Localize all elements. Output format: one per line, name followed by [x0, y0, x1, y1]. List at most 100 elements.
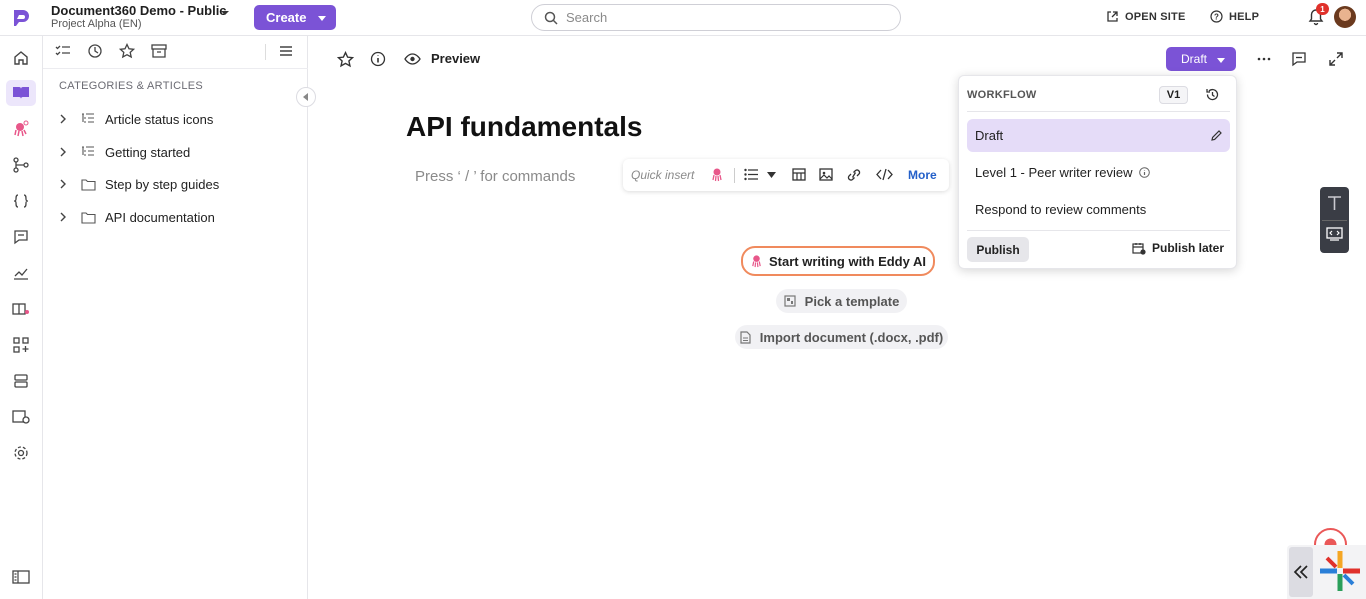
project-title[interactable]: Document360 Demo - Public — [51, 3, 227, 18]
create-button[interactable]: Create — [254, 5, 336, 30]
panel-toggle-icon[interactable] — [6, 564, 36, 590]
table-icon[interactable] — [792, 168, 806, 181]
create-button-label: Create — [266, 10, 307, 25]
open-site-link[interactable]: OPEN SITE — [1106, 10, 1185, 23]
recent-clock-icon[interactable] — [87, 43, 105, 61]
info-icon[interactable] — [370, 48, 386, 70]
calendar-clock-icon — [1132, 242, 1146, 255]
status-label: Draft — [1181, 52, 1208, 66]
template-icon — [784, 295, 796, 307]
feedback-chat-icon[interactable] — [6, 224, 36, 250]
open-site-label: OPEN SITE — [1125, 10, 1186, 23]
workflow-state-draft[interactable]: Draft — [967, 119, 1230, 152]
pencil-icon[interactable] — [1210, 129, 1223, 142]
status-dropdown-button[interactable]: Draft — [1166, 47, 1236, 71]
workflow-state-label: Draft — [975, 128, 1004, 143]
divider — [967, 111, 1230, 112]
chevron-left-icon — [303, 93, 308, 101]
caret-down-icon — [318, 16, 326, 21]
help-circle-icon: ? — [1210, 10, 1223, 23]
image-icon[interactable] — [819, 168, 833, 181]
user-avatar[interactable] — [1334, 6, 1356, 28]
search-input[interactable]: Search — [531, 4, 901, 31]
documentation-book-icon[interactable] — [6, 80, 36, 106]
link-icon[interactable] — [846, 168, 862, 182]
collapse-panel-button[interactable] — [296, 87, 316, 107]
analytics-icon[interactable] — [6, 260, 36, 286]
workflow-state-label: Respond to review comments — [975, 202, 1147, 217]
version-badge[interactable]: V1 — [1159, 86, 1188, 104]
more-insert-button[interactable]: More — [908, 168, 937, 182]
categories-panel: CATEGORIES & ARTICLES Article status ico… — [43, 36, 308, 599]
eddy-ai-icon[interactable] — [710, 167, 724, 182]
editor-placeholder[interactable]: Press ‘ / ’ for commands — [415, 168, 575, 185]
help-link[interactable]: ? HELP — [1210, 10, 1259, 23]
star-icon[interactable] — [119, 43, 137, 61]
preview-button[interactable]: Preview — [431, 51, 480, 66]
publish-later-button[interactable]: Publish later — [1132, 241, 1224, 255]
publish-button[interactable]: Publish — [967, 237, 1029, 262]
chevron-right-icon[interactable] — [59, 212, 69, 222]
eddy-ai-label: Start writing with Eddy AI — [769, 253, 926, 269]
tree-item[interactable]: Getting started — [59, 141, 299, 163]
brand-asterisk-logo[interactable] — [1318, 549, 1362, 593]
info-icon[interactable] — [1138, 167, 1150, 178]
chevron-right-icon[interactable] — [59, 114, 69, 124]
document-icon — [740, 330, 751, 344]
tree-item-label: Article status icons — [105, 111, 214, 127]
top-bar: Document360 Demo - Public Project Alpha … — [0, 0, 1366, 36]
chevron-right-icon[interactable] — [59, 147, 69, 157]
double-chevron-left-icon[interactable] — [1289, 547, 1313, 597]
workflow-dropdown: WORKFLOW V1 Draft Level 1 - Peer writer … — [958, 75, 1237, 269]
caret-down-icon[interactable] — [767, 172, 776, 178]
more-options-icon[interactable] — [1256, 52, 1272, 66]
home-icon[interactable] — [6, 45, 36, 71]
history-icon[interactable] — [1205, 87, 1220, 102]
integrations-icon[interactable] — [6, 332, 36, 358]
floating-tools — [1320, 187, 1349, 253]
eddy-ai-button[interactable]: Start writing with Eddy AI — [741, 246, 935, 276]
tree-item-label: Getting started — [105, 144, 191, 160]
chevron-right-icon[interactable] — [59, 179, 69, 189]
pick-template-button[interactable]: Pick a template — [776, 289, 907, 313]
embed-code-icon[interactable] — [1326, 227, 1343, 242]
chevron-down-icon[interactable] — [220, 8, 230, 18]
workflow-heading: WORKFLOW — [967, 89, 1037, 101]
tree-item[interactable]: Article status icons — [59, 108, 299, 130]
expand-icon[interactable] — [1328, 51, 1344, 67]
comments-icon[interactable] — [1291, 51, 1307, 67]
code-icon[interactable] — [876, 168, 893, 181]
divider — [967, 230, 1230, 231]
tree-toolbar — [43, 36, 308, 69]
tree-item[interactable]: API documentation — [59, 206, 299, 228]
import-document-label: Import document (.docx, .pdf) — [759, 329, 944, 345]
api-braces-icon[interactable] — [6, 188, 36, 214]
settings-gear-icon[interactable] — [6, 440, 36, 466]
favorite-star-icon[interactable] — [337, 48, 354, 70]
folder-icon — [81, 211, 97, 224]
document360-logo[interactable] — [10, 7, 32, 29]
help-label: HELP — [1229, 10, 1260, 23]
workflow-state-label: Level 1 - Peer writer review — [975, 165, 1133, 180]
workflow-state-respond[interactable]: Respond to review comments — [967, 193, 1230, 226]
tree-item[interactable]: Step by step guides — [59, 173, 299, 195]
eye-icon[interactable] — [404, 48, 421, 70]
text-format-icon[interactable] — [1327, 195, 1342, 211]
article-title[interactable]: API fundamentals — [406, 111, 642, 143]
eddy-ai-icon — [750, 254, 763, 268]
drive-storage-icon[interactable] — [6, 368, 36, 394]
divider — [734, 168, 735, 183]
eddy-ai-icon[interactable] — [6, 116, 36, 142]
import-document-button[interactable]: Import document (.docx, .pdf) — [735, 325, 948, 349]
knowledge-base-widget-icon[interactable] — [6, 296, 36, 322]
bullet-list-icon[interactable] — [744, 168, 758, 181]
documentation-settings-icon[interactable] — [6, 404, 36, 430]
archive-box-icon[interactable] — [151, 43, 169, 61]
folder-icon — [81, 178, 97, 191]
workflow-state-peer-review[interactable]: Level 1 - Peer writer review — [967, 156, 1230, 189]
menu-icon[interactable] — [278, 43, 296, 61]
toolbar-divider — [265, 44, 266, 60]
pick-template-label: Pick a template — [804, 293, 900, 309]
checklist-icon[interactable] — [55, 43, 73, 61]
workflow-icon[interactable] — [6, 152, 36, 178]
